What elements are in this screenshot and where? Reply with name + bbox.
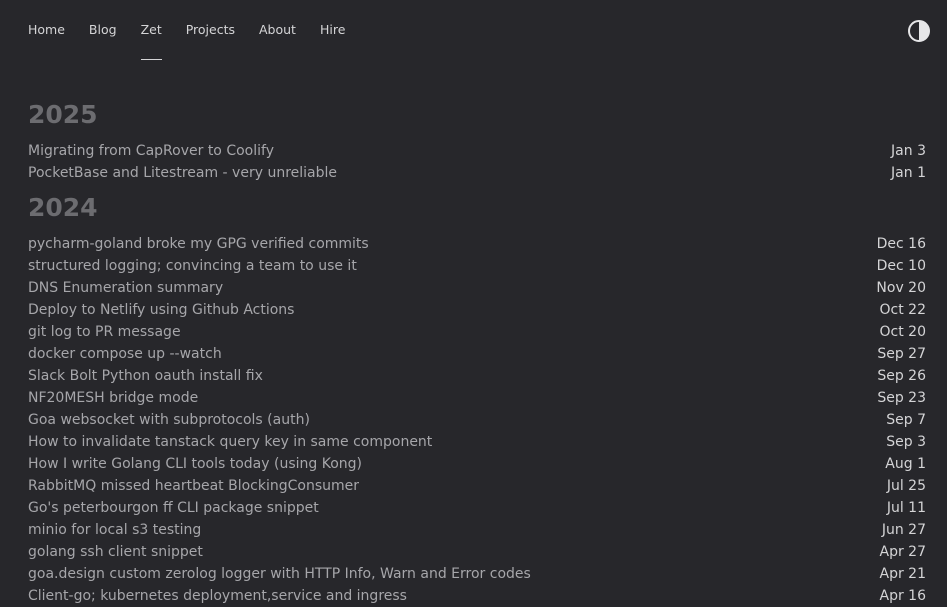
nav-link-about[interactable]: About — [259, 22, 296, 38]
post-item: Go's peterbourgon ff CLI package snippet… — [28, 497, 926, 519]
post-item: minio for local s3 testing Jun 27 — [28, 519, 926, 541]
post-date: Sep 7 — [886, 412, 926, 428]
post-title-link[interactable]: PocketBase and Litestream - very unrelia… — [28, 162, 337, 184]
post-item: DNS Enumeration summary Nov 20 — [28, 277, 926, 299]
post-title-link[interactable]: docker compose up --watch — [28, 343, 222, 365]
post-date: Sep 26 — [877, 368, 926, 384]
year-section: 2025 Migrating from CapRover to Coolify Ja… — [28, 96, 926, 184]
post-date: Apr 27 — [879, 544, 926, 560]
post-item: Deploy to Netlify using Github Actions Oc… — [28, 299, 926, 321]
post-date: Apr 21 — [879, 566, 926, 582]
post-date: Aug 1 — [885, 456, 926, 472]
year-section: 2024 pycharm-goland broke my GPG verified… — [28, 189, 926, 607]
contrast-icon — [908, 20, 930, 42]
post-title-link[interactable]: Go's peterbourgon ff CLI package snippet — [28, 497, 319, 519]
post-title-link[interactable]: minio for local s3 testing — [28, 519, 201, 541]
post-item: Client-go; kubernetes deployment,service… — [28, 585, 926, 607]
post-item: docker compose up --watch Sep 27 — [28, 343, 926, 365]
post-date: Nov 20 — [876, 280, 926, 296]
post-date: Jan 1 — [891, 165, 926, 181]
post-item: goa.design custom zerolog logger with HT… — [28, 563, 926, 585]
post-date: Jun 27 — [881, 522, 926, 538]
post-item: git log to PR message Oct 20 — [28, 321, 926, 343]
post-list: pycharm-goland broke my GPG verified com… — [28, 233, 926, 607]
post-title-link[interactable]: pycharm-goland broke my GPG verified com… — [28, 233, 369, 255]
post-item: How to invalidate tanstack query key in … — [28, 431, 926, 453]
nav-link-home[interactable]: Home — [28, 22, 65, 38]
nav-menu: Home Blog Zet Projects About Hire — [28, 22, 369, 60]
post-item: Migrating from CapRover to Coolify Jan 3 — [28, 140, 926, 162]
post-date: Sep 3 — [886, 434, 926, 450]
nav-link-blog[interactable]: Blog — [89, 22, 117, 38]
post-item: Goa websocket with subprotocols (auth) Se… — [28, 409, 926, 431]
nav-link-projects[interactable]: Projects — [186, 22, 235, 38]
theme-toggle-button[interactable] — [908, 20, 930, 42]
post-list: Migrating from CapRover to Coolify Jan 3 P… — [28, 140, 926, 184]
post-title-link[interactable]: git log to PR message — [28, 321, 181, 343]
post-title-link[interactable]: How I write Golang CLI tools today (usin… — [28, 453, 362, 475]
post-date: Sep 23 — [877, 390, 926, 406]
zet-list: 2025 Migrating from CapRover to Coolify Ja… — [28, 96, 926, 607]
post-item: structured logging; convincing a team to… — [28, 255, 926, 277]
post-item: PocketBase and Litestream - very unrelia… — [28, 162, 926, 184]
nav-link-hire[interactable]: Hire — [320, 22, 345, 38]
post-title-link[interactable]: How to invalidate tanstack query key in … — [28, 431, 432, 453]
post-title-link[interactable]: golang ssh client snippet — [28, 541, 203, 563]
post-date: Oct 22 — [879, 302, 926, 318]
post-item: Slack Bolt Python oauth install fix Sep 2… — [28, 365, 926, 387]
post-date: Sep 27 — [877, 346, 926, 362]
post-item: pycharm-goland broke my GPG verified com… — [28, 233, 926, 255]
post-item: RabbitMQ missed heartbeat BlockingConsum… — [28, 475, 926, 497]
post-date: Apr 16 — [879, 588, 926, 604]
post-date: Jul 25 — [886, 478, 926, 494]
post-date: Jul 11 — [886, 500, 926, 516]
year-heading: 2024 — [28, 193, 98, 222]
post-title-link[interactable]: structured logging; convincing a team to… — [28, 255, 357, 277]
post-date: Dec 16 — [876, 236, 926, 252]
post-date: Oct 20 — [879, 324, 926, 340]
post-date: Dec 10 — [876, 258, 926, 274]
post-title-link[interactable]: DNS Enumeration summary — [28, 277, 223, 299]
post-date: Jan 3 — [891, 143, 926, 159]
post-item: NF20MESH bridge mode Sep 23 — [28, 387, 926, 409]
top-navigation: Home Blog Zet Projects About Hire — [0, 0, 947, 62]
post-title-link[interactable]: Goa websocket with subprotocols (auth) — [28, 409, 310, 431]
post-title-link[interactable]: Deploy to Netlify using Github Actions — [28, 299, 294, 321]
post-title-link[interactable]: Migrating from CapRover to Coolify — [28, 140, 274, 162]
post-item: How I write Golang CLI tools today (usin… — [28, 453, 926, 475]
post-title-link[interactable]: RabbitMQ missed heartbeat BlockingConsum… — [28, 475, 359, 497]
post-title-link[interactable]: NF20MESH bridge mode — [28, 387, 198, 409]
post-title-link[interactable]: goa.design custom zerolog logger with HT… — [28, 563, 531, 585]
post-title-link[interactable]: Client-go; kubernetes deployment,service… — [28, 585, 407, 607]
nav-link-zet[interactable]: Zet — [140, 22, 162, 60]
post-item: golang ssh client snippet Apr 27 — [28, 541, 926, 563]
post-title-link[interactable]: Slack Bolt Python oauth install fix — [28, 365, 263, 387]
year-heading: 2025 — [28, 100, 98, 129]
